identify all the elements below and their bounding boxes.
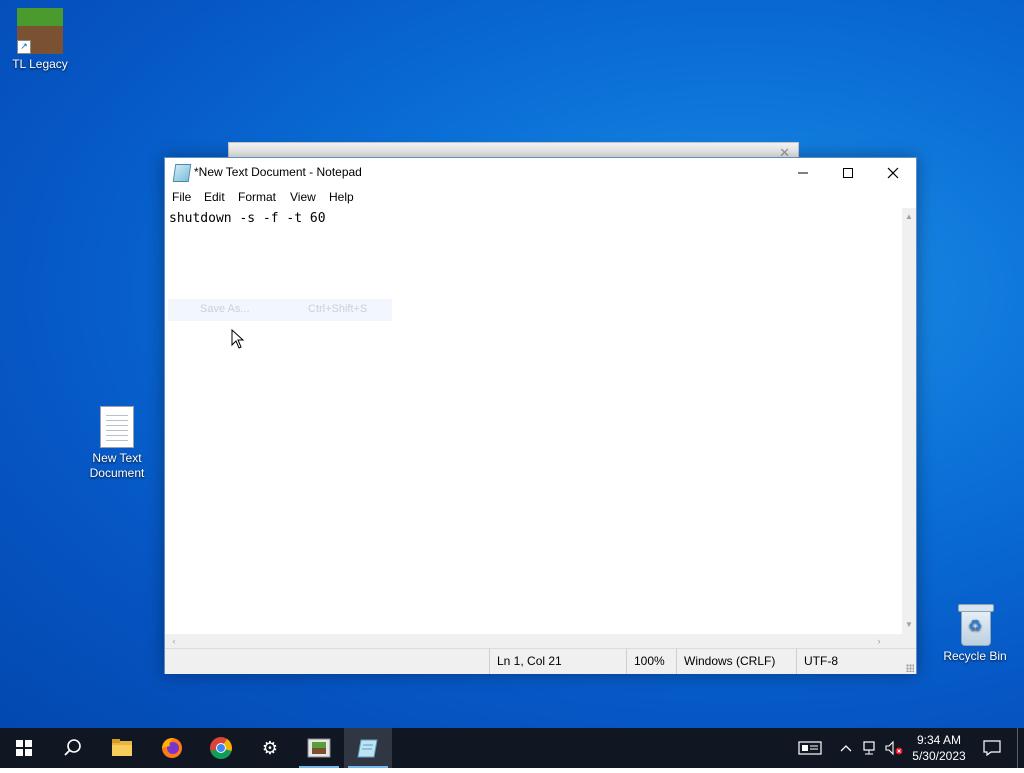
desktop-icon-recycle-bin[interactable]: ♻ Recycle Bin	[935, 602, 1015, 664]
editor-content[interactable]: shutdown -s -f -t 60	[169, 211, 326, 226]
taskbar-chrome[interactable]	[197, 728, 245, 768]
minecraft-block-icon: ↗	[17, 8, 63, 54]
window-title: *New Text Document - Notepad	[194, 165, 362, 179]
chrome-icon	[210, 737, 232, 759]
volume-muted-icon[interactable]	[884, 740, 904, 756]
taskbar-firefox[interactable]	[148, 728, 196, 768]
text-document-icon	[100, 406, 134, 448]
fading-menu-item-save-as: Save As... Ctrl+Shift+S	[168, 299, 392, 321]
status-cursor-position: Ln 1, Col 21	[489, 649, 622, 674]
text-editor[interactable]: shutdown -s -f -t 60 Save As... Ctrl+Shi…	[165, 208, 902, 634]
menu-edit[interactable]: Edit	[204, 190, 225, 204]
notepad-window: *New Text Document - Notepad File Edit F…	[164, 157, 917, 674]
clock-time: 9:34 AM	[916, 733, 962, 747]
taskbar-file-explorer[interactable]	[98, 728, 146, 768]
maximize-icon	[843, 168, 853, 179]
scroll-right-icon[interactable]: ›	[872, 634, 886, 648]
scroll-up-icon[interactable]: ▲	[902, 210, 916, 224]
settings-icon: ⚙	[261, 738, 279, 758]
news-and-interests-icon[interactable]	[798, 740, 822, 756]
firefox-icon	[162, 738, 182, 758]
status-line-endings: Windows (CRLF)	[676, 649, 792, 674]
taskbar-notepad[interactable]	[344, 728, 392, 768]
ghost-menu-shortcut: Ctrl+Shift+S	[308, 303, 368, 315]
status-bar: Ln 1, Col 21 100% Windows (CRLF) UTF-8	[165, 648, 916, 674]
close-button[interactable]	[870, 158, 916, 186]
scroll-down-icon[interactable]: ▼	[902, 618, 916, 632]
menu-format[interactable]: Format	[238, 190, 276, 204]
taskbar: ⚙ 9:34 AM 5/30/2023	[0, 728, 1024, 768]
minimize-icon	[798, 172, 808, 174]
desktop-icon-label: New Text Document	[89, 451, 145, 480]
scroll-left-icon[interactable]: ‹	[167, 634, 181, 648]
show-hidden-icons-chevron-icon[interactable]	[838, 740, 854, 756]
title-bar[interactable]: *New Text Document - Notepad	[165, 158, 916, 186]
clock-date: 5/30/2023	[912, 749, 966, 763]
horizontal-scrollbar[interactable]: ‹ ›	[165, 634, 902, 648]
show-desktop-button[interactable]	[1017, 728, 1024, 768]
search-button[interactable]	[48, 728, 96, 768]
desktop: ↗ TL Legacy New Text Document ♻ Recycle …	[0, 0, 1024, 728]
menu-view[interactable]: View	[290, 190, 316, 204]
maximize-button[interactable]	[825, 158, 871, 186]
ghost-menu-label: Save As...	[200, 303, 250, 315]
desktop-icon-label: Recycle Bin	[943, 649, 1007, 663]
network-icon[interactable]	[862, 740, 880, 756]
shortcut-arrow-icon: ↗	[17, 40, 31, 54]
notepad-icon	[357, 739, 378, 758]
close-icon	[887, 167, 899, 179]
start-icon	[16, 740, 32, 756]
action-center-icon[interactable]	[982, 740, 1002, 757]
desktop-icon-tl-legacy[interactable]: ↗ TL Legacy	[0, 8, 80, 72]
menu-help[interactable]: Help	[329, 190, 354, 204]
recycle-bin-icon: ♻	[957, 602, 994, 646]
vertical-scrollbar[interactable]: ▲ ▼	[902, 208, 916, 634]
taskbar-settings[interactable]: ⚙	[246, 728, 294, 768]
menu-file[interactable]: File	[172, 190, 191, 204]
desktop-icon-label: TL Legacy	[12, 57, 68, 71]
minimize-button[interactable]	[780, 158, 826, 186]
desktop-icon-new-text-document[interactable]: New Text Document	[77, 406, 157, 481]
scrollbar-corner	[902, 634, 916, 648]
search-icon	[64, 739, 81, 756]
status-zoom: 100%	[626, 649, 674, 674]
start-button[interactable]	[0, 728, 48, 768]
taskbar-clock[interactable]: 9:34 AM 5/30/2023	[904, 732, 974, 764]
notepad-app-icon	[172, 164, 192, 182]
menu-bar: File Edit Format View Help	[165, 186, 916, 208]
status-encoding: UTF-8	[796, 649, 904, 674]
taskbar-minecraft-launcher[interactable]	[295, 728, 343, 768]
minecraft-launcher-icon	[307, 738, 331, 758]
resize-grip-icon[interactable]	[906, 664, 914, 672]
file-explorer-icon	[112, 739, 132, 756]
